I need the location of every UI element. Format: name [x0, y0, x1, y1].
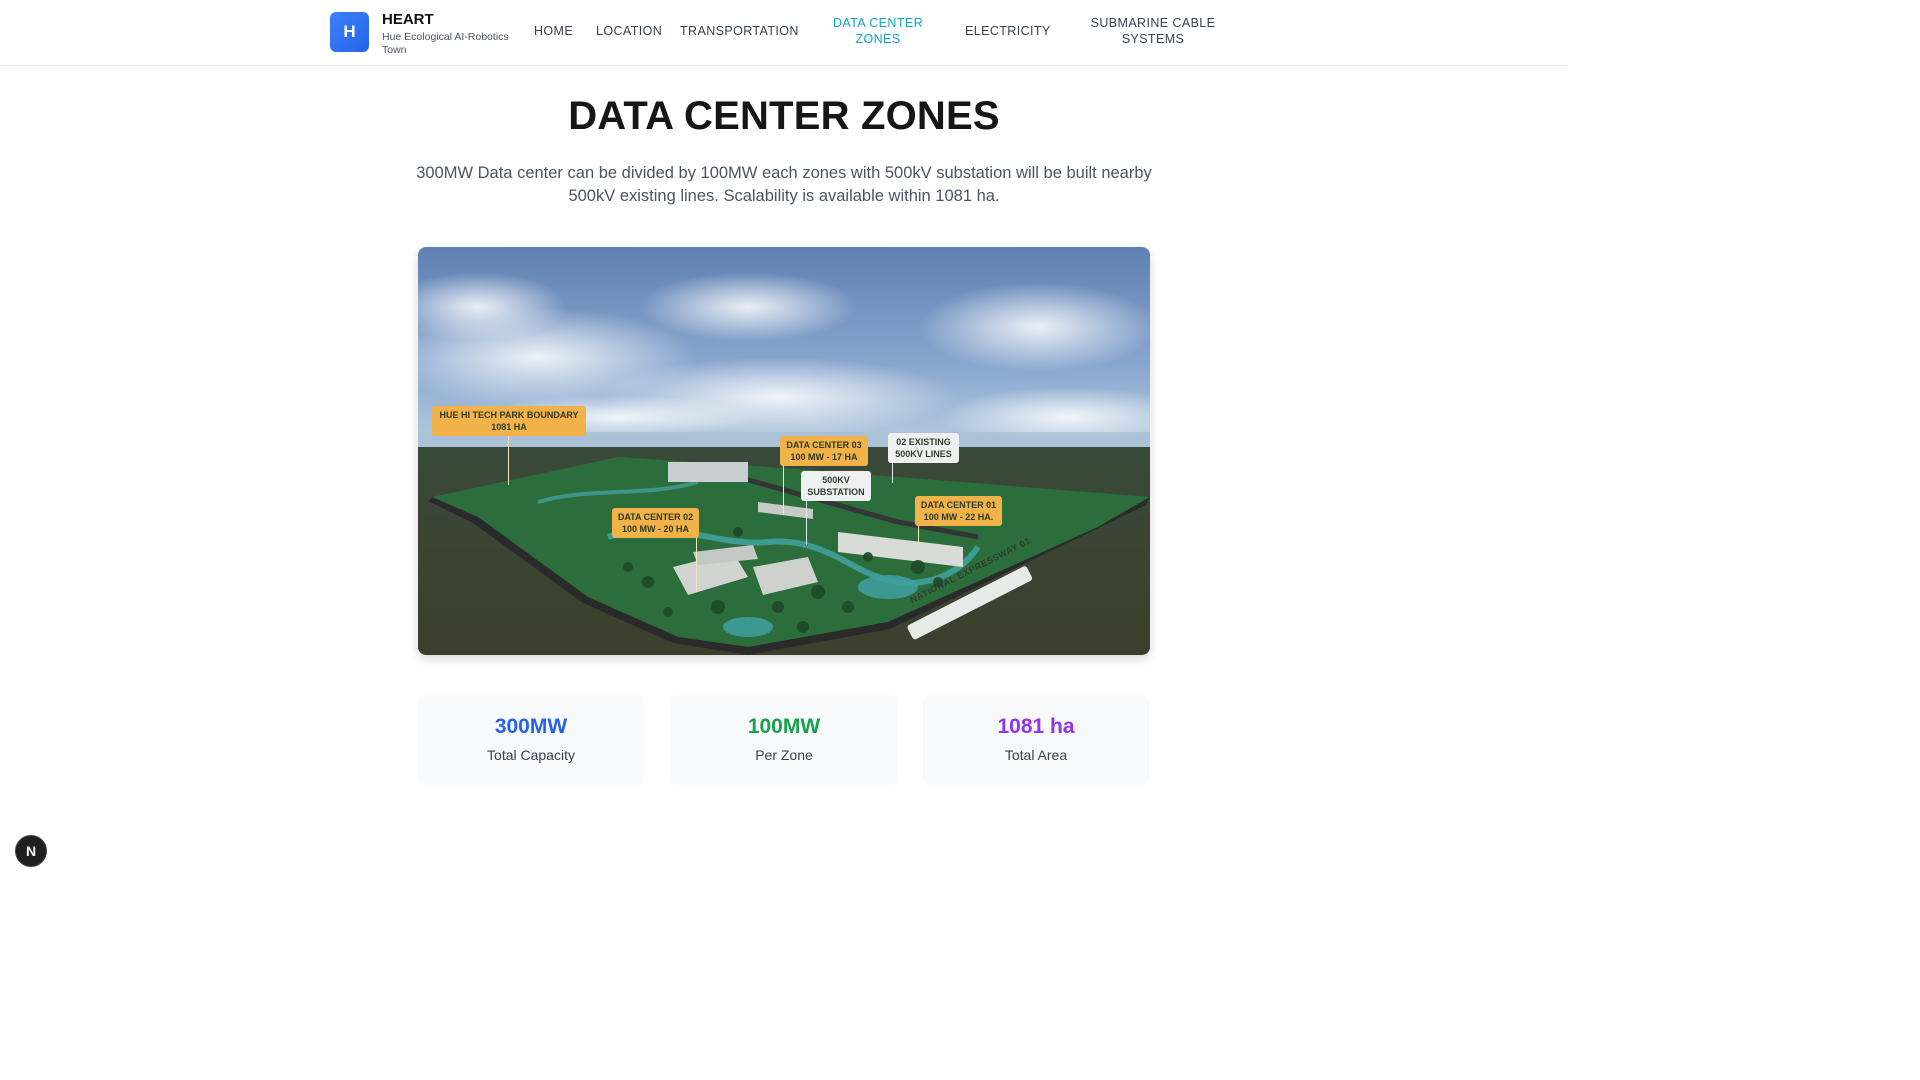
- label-500kv-substation: 500KV SUBSTATION: [801, 471, 871, 501]
- nextjs-dev-badge-icon[interactable]: N: [15, 835, 47, 867]
- label-park-boundary: HUE HI TECH PARK BOUNDARY 1081 HA: [432, 406, 586, 436]
- stat-value: 1081 ha: [997, 715, 1075, 738]
- data-center-aerial-image: HUE HI TECH PARK BOUNDARY 1081 HA DATA C…: [418, 247, 1150, 655]
- dc02-leader-line: [696, 537, 697, 592]
- stat-label: Per Zone: [755, 747, 813, 763]
- stat-label: Total Area: [1004, 747, 1068, 763]
- brand[interactable]: H HEART Hue Ecological AI-Robotics Town: [330, 12, 514, 57]
- nav-data-center-zones[interactable]: DATA CENTER ZONES: [826, 15, 930, 47]
- top-navigation-bar: H HEART Hue Ecological AI-Robotics Town …: [0, 0, 1568, 66]
- stat-card-per-zone: 100MW Per Zone: [671, 695, 897, 785]
- label-existing-500kv-lines: 02 EXISTING 500KV LINES: [888, 433, 959, 463]
- dc03-leader-line: [783, 465, 784, 515]
- label-data-center-02: DATA CENTER 02 100 MW - 20 HA: [612, 508, 699, 538]
- nav-electricity[interactable]: ELECTRICITY: [965, 23, 1051, 39]
- stat-value: 300MW: [494, 715, 568, 738]
- brand-subtitle: Hue Ecological AI-Robotics Town: [382, 31, 509, 56]
- page-title: DATA CENTER ZONES: [568, 94, 1000, 138]
- label-data-center-03: DATA CENTER 03 100 MW - 17 HA: [780, 436, 868, 466]
- page-description: 300MW Data center can be divided by 100M…: [416, 164, 1152, 205]
- logo-icon: H: [330, 12, 369, 52]
- brand-name: HEART: [382, 11, 434, 28]
- nav-home[interactable]: HOME: [534, 23, 573, 39]
- nav-location[interactable]: LOCATION: [596, 23, 662, 39]
- dc01-leader-line: [918, 525, 919, 545]
- lines-leader-line: [892, 463, 893, 483]
- nav-transportation[interactable]: TRANSPORTATION: [680, 23, 799, 39]
- label-data-center-01: DATA CENTER 01 100 MW - 22 HA.: [915, 496, 1002, 526]
- nav-submarine-cable-systems[interactable]: SUBMARINE CABLE SYSTEMS: [1088, 15, 1218, 47]
- stat-card-total-area: 1081 ha Total Area: [923, 695, 1149, 785]
- substation-leader-line: [806, 501, 807, 545]
- brand-text: HEART Hue Ecological AI-Robotics Town: [382, 12, 514, 57]
- stat-value: 100MW: [747, 715, 821, 738]
- stat-card-total-capacity: 300MW Total Capacity: [418, 695, 644, 785]
- stat-label: Total Capacity: [487, 747, 575, 763]
- boundary-leader-line: [508, 435, 509, 485]
